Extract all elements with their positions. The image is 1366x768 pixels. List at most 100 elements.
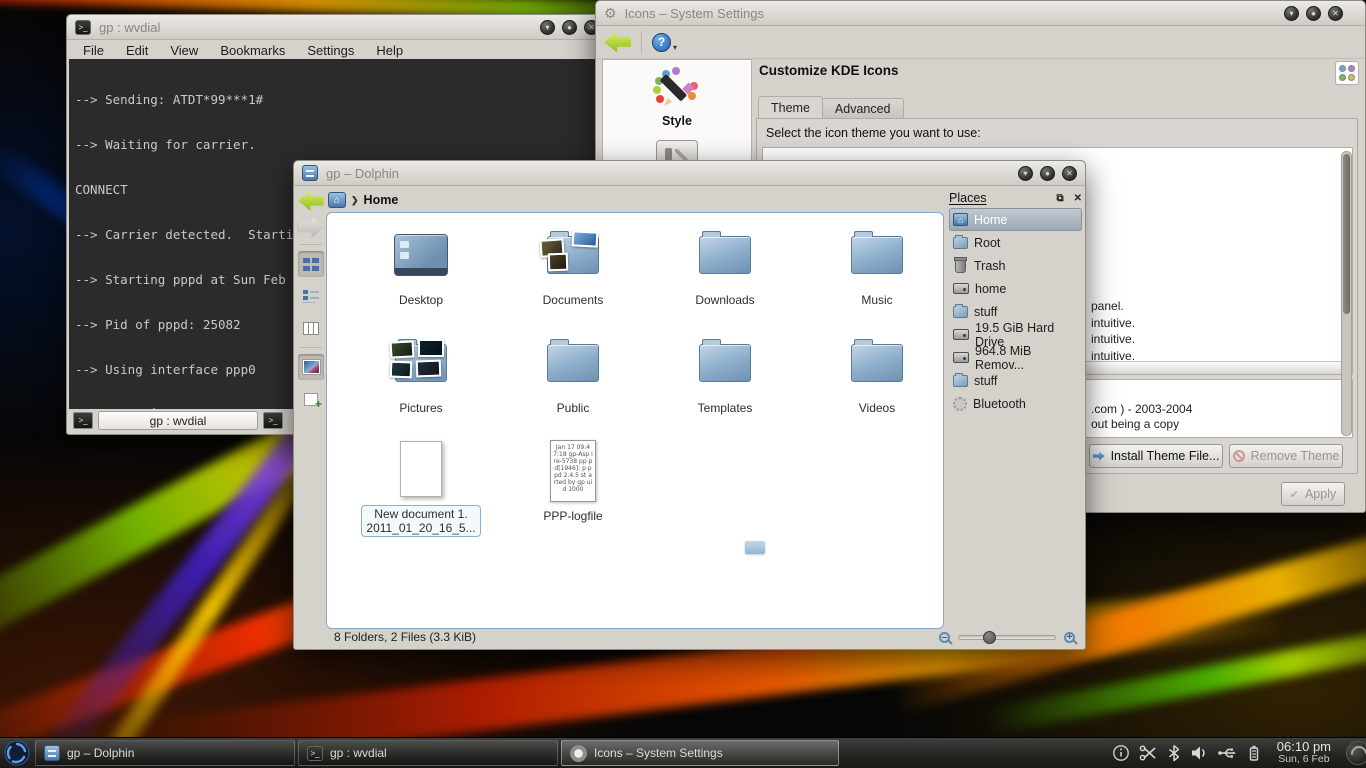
task-konsole[interactable]: >_ gp : wvdial (298, 740, 558, 766)
dolphin-titlebar[interactable]: gp – Dolphin ▾ ● ✕ (294, 161, 1085, 186)
folder-icon (953, 237, 968, 249)
sidebar-item-style[interactable]: Style (607, 60, 747, 132)
folder-item-music[interactable]: Music (801, 213, 944, 321)
folder-item-public[interactable]: Public (497, 321, 649, 429)
file-item-ppp-logfile[interactable]: Jan 17 09:4 7:18 gp-Asp ire-5738 pp pd[1… (497, 429, 649, 537)
folder-item-downloads[interactable]: Downloads (649, 213, 801, 321)
menu-bookmarks[interactable]: Bookmarks (220, 43, 285, 58)
zoom-in-icon[interactable]: + (1064, 632, 1075, 643)
battery-icon[interactable] (1246, 744, 1262, 762)
place-item-root[interactable]: Root (949, 231, 1082, 254)
volume-icon[interactable] (1190, 744, 1208, 762)
columns-view-button[interactable] (298, 315, 324, 341)
zoom-out-icon[interactable]: – (939, 632, 950, 643)
app-launcher-button[interactable] (2, 739, 32, 767)
menu-edit[interactable]: Edit (126, 43, 148, 58)
folder-item-templates[interactable]: Templates (649, 321, 801, 429)
home-icon[interactable]: ⌂ (328, 192, 346, 208)
zoom-slider-handle[interactable] (983, 631, 996, 644)
file-label: PPP-logfile (543, 509, 602, 523)
task-system-settings[interactable]: Icons – System Settings (561, 740, 839, 766)
new-tab-split-button[interactable]: >_ (263, 412, 283, 429)
panel-cashew-icon[interactable] (1346, 741, 1366, 765)
task-dolphin[interactable]: gp – Dolphin (35, 740, 295, 766)
dolphin-window-title: gp – Dolphin (326, 166, 399, 181)
remove-theme-button[interactable]: Remove Theme (1229, 444, 1343, 468)
menu-help[interactable]: Help (376, 43, 403, 58)
minimize-button[interactable]: ▾ (540, 20, 555, 35)
music-folder-icon (851, 236, 903, 274)
preview-icon (303, 360, 320, 374)
file-item-new-document[interactable]: New document 1. 2011_01_20_16_5... (345, 429, 497, 537)
scrollbar-thumb[interactable] (1343, 154, 1350, 314)
maximize-button[interactable]: ● (562, 20, 577, 35)
dolphin-app-icon (44, 745, 60, 761)
list-item-fragment[interactable]: panel. (1091, 298, 1135, 315)
back-button[interactable] (299, 191, 324, 211)
zoom-controls: – + (939, 632, 1075, 643)
close-button[interactable]: ✕ (1328, 6, 1343, 21)
maximize-button[interactable]: ● (1040, 166, 1055, 181)
help-button[interactable]: ? ▾ (652, 33, 677, 52)
minimize-button[interactable]: ▾ (1284, 6, 1299, 21)
documents-folder-icon (547, 236, 599, 274)
usb-device-notifier-icon[interactable] (1217, 744, 1237, 762)
close-panel-icon[interactable]: ✕ (1074, 193, 1082, 204)
folder-item-videos[interactable]: Videos (801, 321, 944, 429)
file-grid: Desktop Documents Downloads Music (345, 213, 944, 537)
close-button[interactable]: ✕ (1062, 166, 1077, 181)
dolphin-app-icon (302, 165, 318, 181)
terminal-line: --> Sending: ATDT*99***1# (75, 92, 599, 107)
scrollbar[interactable] (1341, 151, 1352, 436)
list-item-fragment[interactable]: intuitive. (1091, 315, 1135, 332)
new-tab-button[interactable]: >_ (73, 412, 93, 429)
overview-dots-icon[interactable] (1335, 61, 1359, 85)
tab-theme[interactable]: Theme (758, 96, 823, 120)
bluetooth-icon[interactable] (1167, 744, 1181, 762)
details-view-button[interactable] (298, 283, 324, 309)
forward-button[interactable] (298, 217, 325, 238)
icons-view-button[interactable] (298, 251, 324, 277)
place-item-stuff-2[interactable]: stuff (949, 369, 1082, 392)
split-view-button[interactable] (298, 386, 324, 412)
place-item-trash[interactable]: Trash (949, 254, 1082, 277)
place-label: 964.8 MiB Remov... (975, 344, 1078, 372)
place-item-bluetooth[interactable]: Bluetooth (949, 392, 1082, 415)
clock-time: 06:10 pm (1277, 740, 1331, 753)
install-theme-button[interactable]: Install Theme File... (1089, 444, 1223, 468)
folder-item-pictures[interactable]: Pictures (345, 321, 497, 429)
chevron-down-icon: ▾ (673, 43, 677, 52)
places-panel-header[interactable]: Places ⧉ ✕ (949, 188, 1082, 208)
folder-item-desktop[interactable]: Desktop (345, 213, 497, 321)
detach-panel-icon[interactable]: ⧉ (1056, 193, 1063, 204)
info-tray-icon[interactable] (1112, 744, 1130, 762)
system-settings-titlebar[interactable]: ⚙ Icons – System Settings ▾ ● ✕ (596, 1, 1365, 26)
menu-file[interactable]: File (83, 43, 104, 58)
minimize-button[interactable]: ▾ (1018, 166, 1033, 181)
place-item-home-partition[interactable]: home (949, 277, 1082, 300)
folder-item-documents[interactable]: Documents (497, 213, 649, 321)
sidebar-item-style-label: Style (662, 114, 692, 128)
folder-view[interactable]: Desktop Documents Downloads Music (326, 212, 944, 629)
klipper-scissors-icon[interactable] (1139, 744, 1158, 762)
icons-view-icon (303, 258, 319, 271)
menu-view[interactable]: View (170, 43, 198, 58)
menu-settings[interactable]: Settings (307, 43, 354, 58)
konsole-tab[interactable]: gp : wvdial (98, 411, 258, 430)
back-arrow-icon[interactable] (604, 32, 631, 53)
icon-settings-tabs: Theme Advanced (758, 96, 904, 120)
konsole-titlebar[interactable]: >_ gp : wvdial ▾ ● ✕ (67, 15, 607, 40)
place-item-removable[interactable]: 964.8 MiB Remov... (949, 346, 1082, 369)
clock-date: Sun, 6 Feb (1277, 753, 1331, 766)
list-item-fragment[interactable]: intuitive. (1091, 331, 1135, 348)
apply-button[interactable]: ✔ Apply (1281, 482, 1345, 506)
breadcrumb-home[interactable]: Home (364, 193, 399, 207)
apply-label: Apply (1305, 487, 1336, 501)
place-item-home[interactable]: ⌂ Home (949, 208, 1082, 231)
clock[interactable]: 06:10 pm Sun, 6 Feb (1271, 740, 1337, 766)
maximize-button[interactable]: ● (1306, 6, 1321, 21)
icon-theme-list-text: panel. intuitive. intuitive. intuitive. (1091, 298, 1135, 364)
zoom-slider[interactable] (958, 635, 1056, 640)
preview-button[interactable] (298, 354, 324, 380)
tab-advanced[interactable]: Advanced (823, 98, 904, 120)
